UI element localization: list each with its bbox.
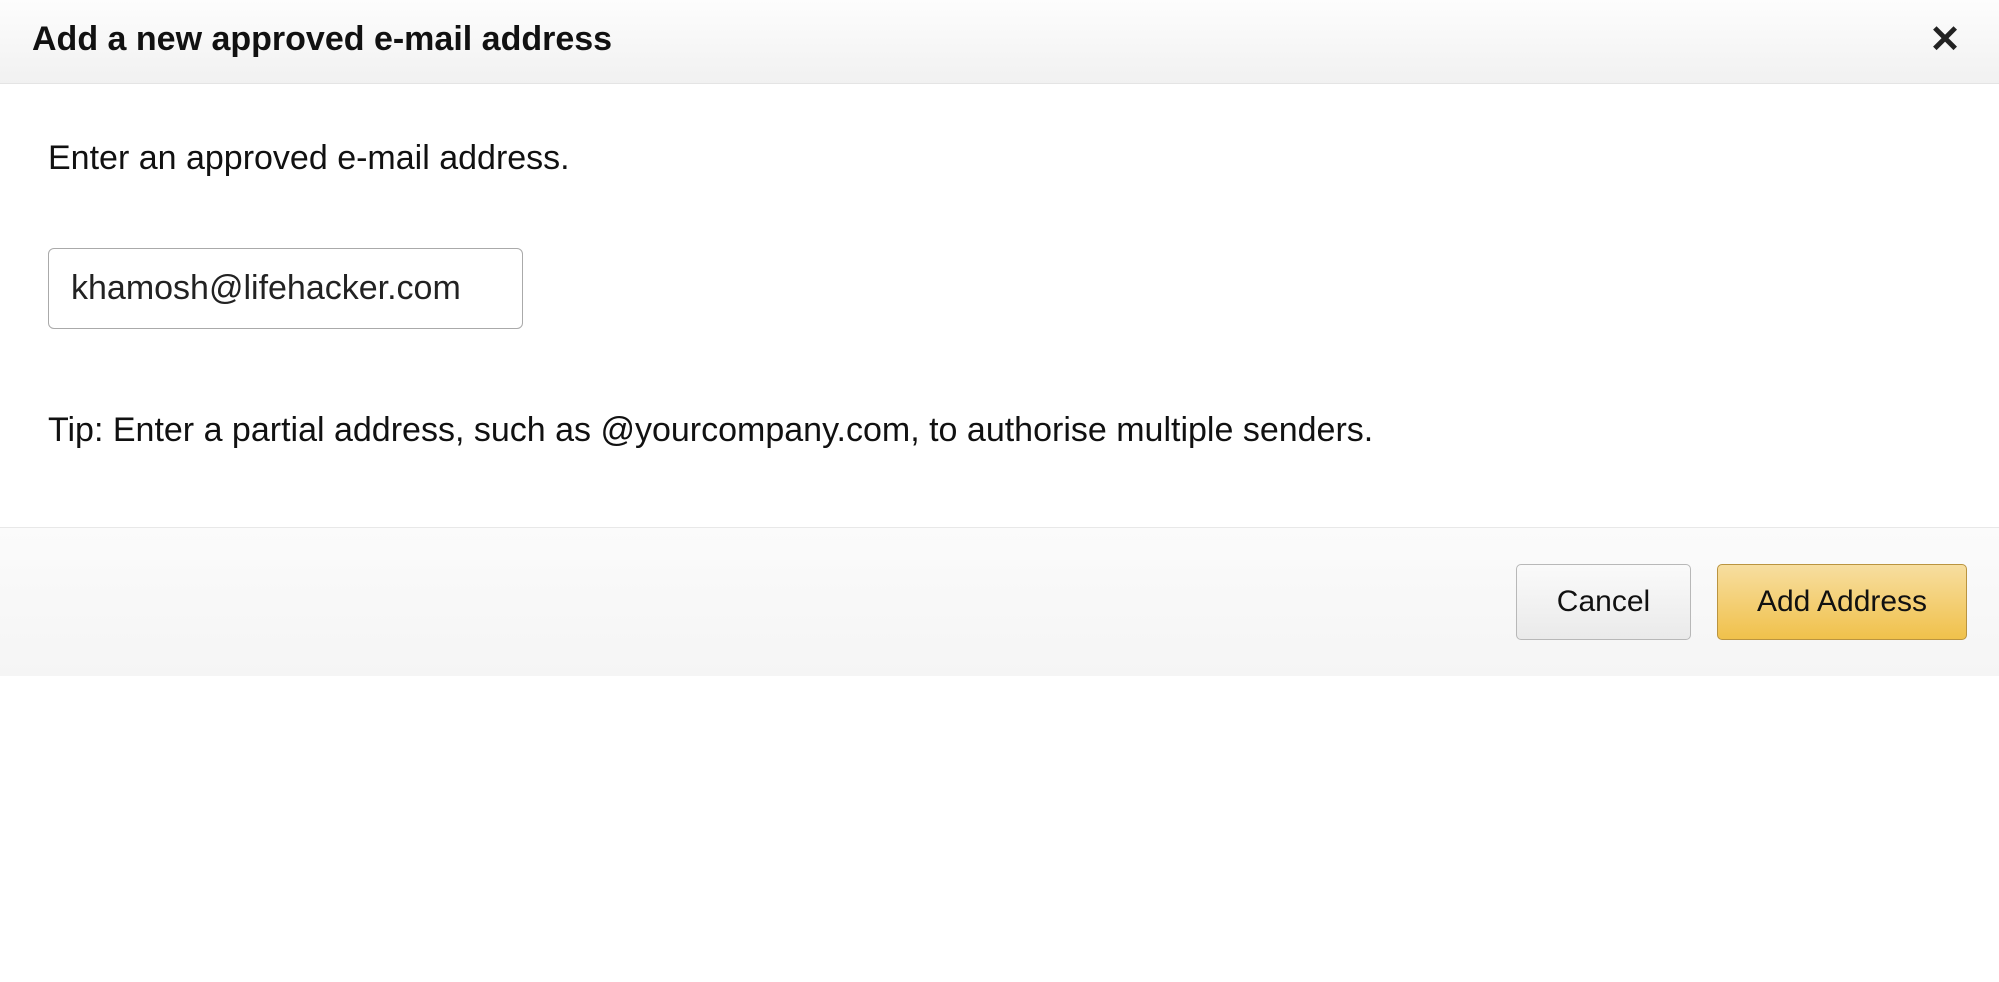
dialog-header: Add a new approved e-mail address ✕ [0,0,1999,84]
instruction-text: Enter an approved e-mail address. [48,139,1951,178]
add-address-button[interactable]: Add Address [1717,564,1967,640]
email-input[interactable] [48,248,523,329]
add-email-dialog: Add a new approved e-mail address ✕ Ente… [0,0,1999,676]
close-icon[interactable]: ✕ [1923,21,1967,59]
dialog-footer: Cancel Add Address [0,527,1999,676]
dialog-body: Enter an approved e-mail address. Tip: E… [0,84,1999,527]
cancel-button[interactable]: Cancel [1516,564,1691,640]
dialog-title: Add a new approved e-mail address [32,20,612,59]
tip-text: Tip: Enter a partial address, such as @y… [48,404,1518,457]
